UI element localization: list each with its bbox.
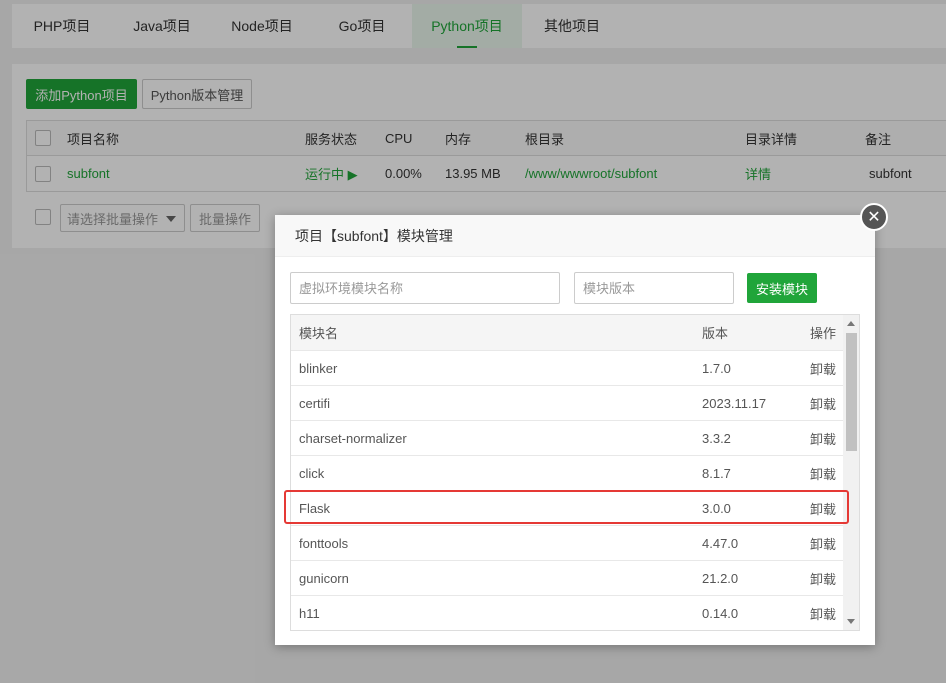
module-name: charset-normalizer (299, 430, 407, 446)
module-name: certifi (299, 395, 331, 411)
module-name: fonttools (299, 535, 349, 551)
module-version: 3.0.0 (702, 500, 731, 516)
module-version-input[interactable] (574, 272, 734, 304)
install-module-button[interactable]: 安装模块 (747, 273, 817, 303)
uninstall-button[interactable]: 卸载 (810, 561, 836, 595)
table-row: click 8.1.7 卸载 (291, 455, 844, 490)
header-module-name: 模块名 (299, 326, 339, 341)
module-name: gunicorn (299, 570, 349, 586)
module-manage-dialog: 项目【subfont】模块管理 安装模块 模块名 版本 操作 blinker 1… (275, 215, 875, 645)
table-row: charset-normalizer 3.3.2 卸载 (291, 420, 844, 455)
table-row: blinker 1.7.0 卸载 (291, 350, 844, 385)
module-version: 8.1.7 (702, 465, 731, 481)
module-table-scrollbar[interactable] (843, 315, 859, 630)
uninstall-button[interactable]: 卸载 (810, 526, 836, 560)
header-module-action: 操作 (810, 326, 837, 341)
module-table: 模块名 版本 操作 blinker 1.7.0 卸载 certifi 2023.… (290, 314, 860, 631)
module-version: 21.2.0 (702, 570, 739, 586)
module-name: h11 (299, 605, 320, 621)
uninstall-button[interactable]: 卸载 (810, 386, 836, 420)
module-version: 4.47.0 (702, 535, 739, 551)
table-row: h11 0.14.0 卸载 (291, 595, 844, 630)
uninstall-button[interactable]: 卸载 (810, 491, 836, 525)
table-row: gunicorn 21.2.0 卸载 (291, 560, 844, 595)
module-name-input[interactable] (290, 272, 560, 304)
uninstall-button[interactable]: 卸载 (810, 456, 836, 490)
scroll-up-icon[interactable] (847, 321, 855, 326)
dialog-title: 项目【subfont】模块管理 (275, 215, 875, 257)
module-name: Flask (299, 500, 331, 516)
table-row: certifi 2023.11.17 卸载 (291, 385, 844, 420)
header-module-version: 版本 (702, 326, 729, 341)
module-version: 2023.11.17 (702, 395, 767, 411)
uninstall-button[interactable]: 卸载 (810, 596, 836, 630)
module-version: 3.3.2 (702, 430, 731, 446)
scroll-thumb[interactable] (846, 333, 857, 451)
module-version: 1.7.0 (702, 360, 731, 376)
close-icon: ✕ (867, 209, 881, 226)
scroll-down-icon[interactable] (847, 619, 855, 624)
table-row: Flask 3.0.0 卸载 (291, 490, 844, 525)
module-name: click (299, 465, 325, 481)
module-version: 0.14.0 (702, 605, 739, 621)
uninstall-button[interactable]: 卸载 (810, 351, 836, 385)
table-row: fonttools 4.47.0 卸载 (291, 525, 844, 560)
close-dialog-button[interactable]: ✕ (860, 203, 888, 231)
module-name: blinker (299, 360, 338, 376)
module-table-header: 模块名 版本 操作 (291, 315, 844, 350)
uninstall-button[interactable]: 卸载 (810, 421, 836, 455)
